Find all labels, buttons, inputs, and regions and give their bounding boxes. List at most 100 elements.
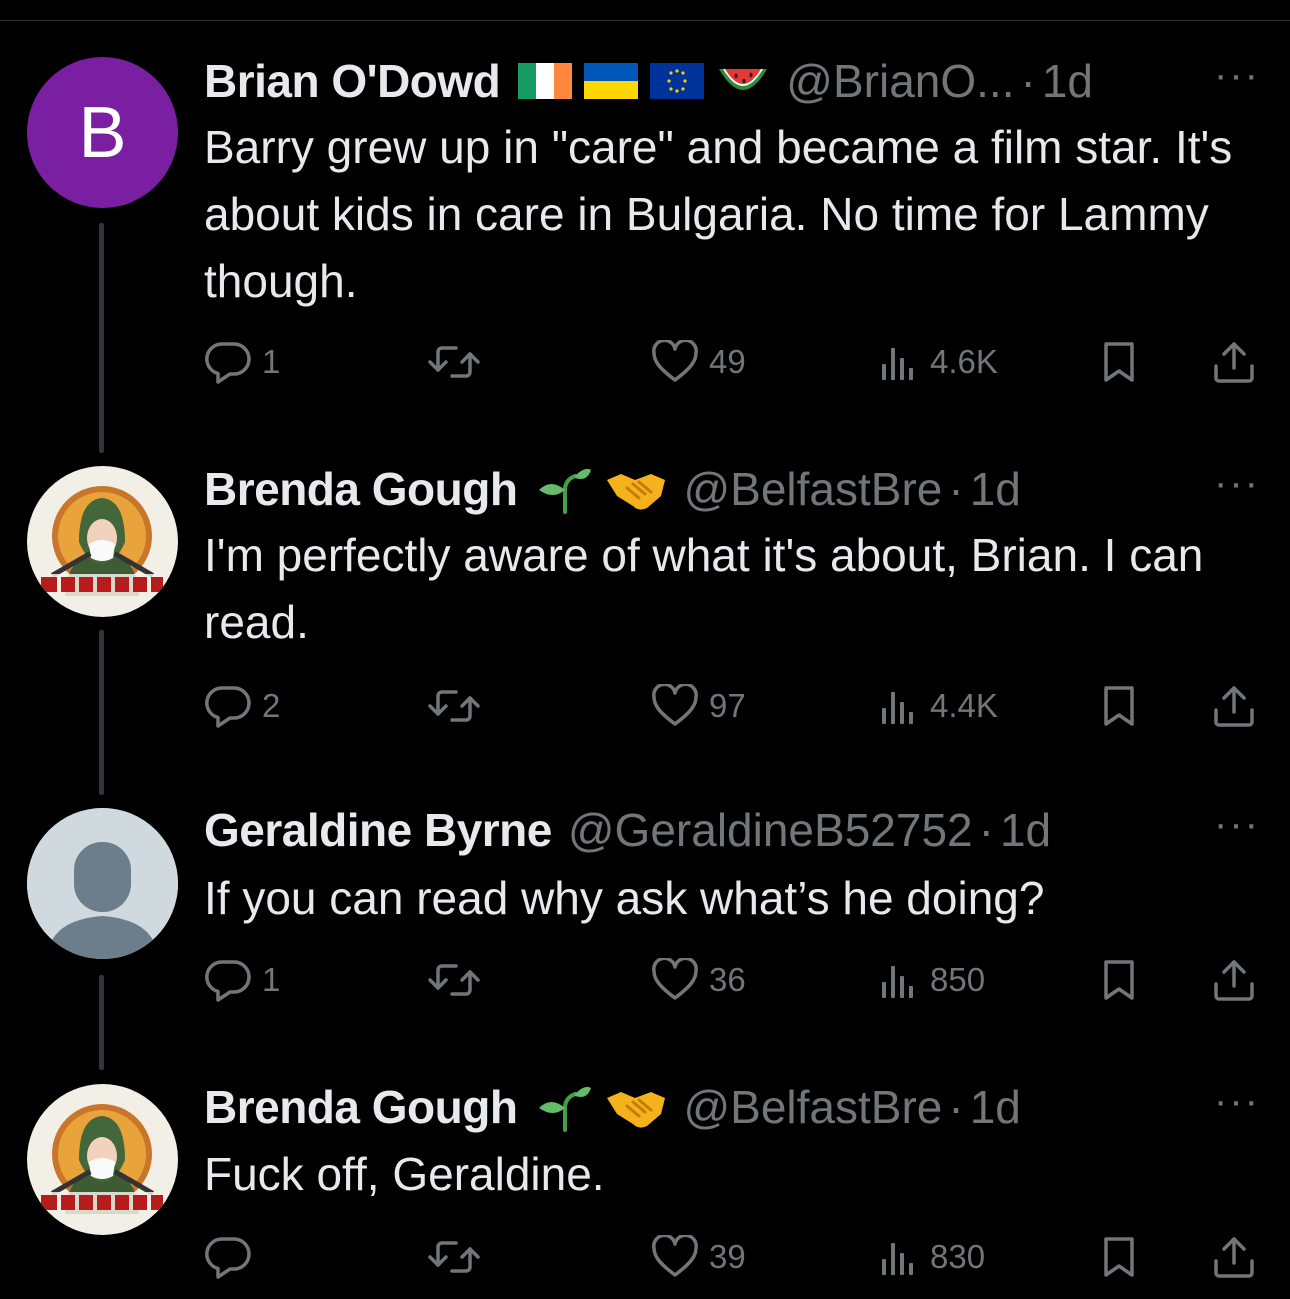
handshake-icon (607, 1092, 666, 1128)
seedling-icon (539, 468, 592, 514)
bookmark-icon (1104, 1237, 1134, 1277)
separator: · (948, 1081, 964, 1133)
avatar[interactable] (27, 466, 178, 617)
view-count: 850 (930, 961, 986, 998)
handshake-icon (607, 474, 666, 510)
more-options-icon[interactable]: ··· (1214, 1079, 1260, 1124)
bookmark-button[interactable] (1097, 1235, 1141, 1279)
watermelon-icon (719, 69, 768, 90)
avatar[interactable] (27, 808, 178, 959)
retweet-button[interactable] (426, 340, 492, 384)
like-count: 49 (709, 343, 746, 380)
share-button[interactable] (1210, 684, 1258, 728)
share-button[interactable] (1210, 340, 1258, 384)
eu-flag-icon (650, 63, 705, 99)
bookmark-icon (1104, 686, 1134, 726)
display-name[interactable]: Brenda Gough (204, 462, 518, 516)
action-bar: 39 830 (204, 1235, 1264, 1279)
like-button[interactable]: 49 (651, 340, 746, 384)
user-handle[interactable]: @GeraldineB52752 (568, 803, 973, 857)
like-count: 97 (709, 687, 746, 724)
separator: · (1020, 55, 1036, 107)
like-button[interactable]: 39 (651, 1235, 746, 1279)
reply-icon (205, 686, 251, 728)
tweet-header: Brian O'Dowd @BrianO... · 1d ··· (204, 53, 1260, 109)
tweet-text: Barry grew up in "care" and became a fil… (204, 121, 1233, 307)
separator: · (978, 804, 994, 856)
top-divider (0, 20, 1290, 21)
views-button[interactable]: 850 (876, 958, 985, 1002)
share-button[interactable] (1210, 1235, 1258, 1279)
tweet-text: I'm perfectly aware of what it's about, … (204, 529, 1204, 648)
views-icon (882, 966, 913, 998)
reply-icon (205, 960, 251, 1002)
retweet-button[interactable] (426, 1235, 492, 1279)
views-button[interactable]: 4.4K (876, 684, 998, 728)
share-icon (1214, 342, 1254, 383)
profile-badges (518, 61, 770, 101)
timestamp[interactable]: 1d (1042, 54, 1093, 108)
avatar[interactable] (27, 1084, 178, 1235)
reply-button[interactable]: 2 (204, 684, 280, 728)
avatar-image (27, 466, 178, 617)
views-icon (882, 1243, 913, 1275)
retweet-icon (428, 1241, 480, 1273)
like-button[interactable]: 36 (651, 958, 746, 1002)
reply-button[interactable]: 1 (204, 958, 280, 1002)
share-icon (1214, 1237, 1254, 1278)
share-button[interactable] (1210, 958, 1258, 1002)
tweet-header: Brenda Gough @BelfastBre · 1d ··· (204, 461, 1260, 517)
like-count: 36 (709, 961, 746, 998)
user-handle[interactable]: @BrianO... (786, 54, 1014, 108)
share-icon (1214, 686, 1254, 727)
bookmark-button[interactable] (1097, 684, 1141, 728)
timestamp[interactable]: 1d (970, 462, 1021, 516)
reply-icon (205, 342, 251, 384)
view-count: 830 (930, 1238, 986, 1275)
view-count: 4.4K (930, 687, 998, 724)
heart-icon (652, 1235, 698, 1277)
retweet-button[interactable] (426, 958, 492, 1002)
avatar[interactable]: B (27, 57, 178, 208)
views-button[interactable]: 4.6K (876, 340, 998, 384)
timestamp[interactable]: 1d (970, 1080, 1021, 1134)
more-options-icon[interactable]: ··· (1214, 53, 1260, 98)
action-bar: 2 97 4.4K (204, 684, 1264, 728)
reply-count: 2 (262, 687, 281, 724)
bookmark-button[interactable] (1097, 958, 1141, 1002)
retweet-button[interactable] (426, 684, 492, 728)
action-bar: 1 36 850 (204, 958, 1264, 1002)
more-options-icon[interactable]: ··· (1214, 461, 1260, 506)
display-name[interactable]: Brenda Gough (204, 1080, 518, 1134)
reply-count: 1 (262, 343, 281, 380)
default-avatar-icon (27, 808, 178, 959)
like-count: 39 (709, 1238, 746, 1275)
avatar-letter: B (78, 92, 127, 173)
retweet-icon (428, 346, 480, 378)
avatar-image (27, 1084, 178, 1235)
display-name[interactable]: Brian O'Dowd (204, 54, 501, 108)
like-button[interactable]: 97 (651, 684, 746, 728)
share-icon (1214, 960, 1254, 1001)
bookmark-button[interactable] (1097, 340, 1141, 384)
more-options-icon[interactable]: ··· (1214, 802, 1260, 847)
display-name[interactable]: Geraldine Byrne (204, 803, 552, 857)
reply-button[interactable] (204, 1235, 262, 1279)
retweet-icon (428, 964, 480, 996)
thread-line (99, 223, 104, 453)
user-handle[interactable]: @BelfastBre (683, 462, 942, 516)
reply-count: 1 (262, 961, 281, 998)
reply-button[interactable]: 1 (204, 340, 280, 384)
heart-icon (652, 958, 698, 1000)
timestamp[interactable]: 1d (1000, 803, 1051, 857)
separator: · (948, 463, 964, 515)
view-count: 4.6K (930, 343, 998, 380)
thread-line (99, 975, 104, 1070)
ireland-flag-icon (518, 63, 573, 99)
tweet-header: Geraldine Byrne @GeraldineB52752 · 1d ··… (204, 802, 1260, 858)
retweet-icon (428, 690, 480, 722)
tweet-text: If you can read why ask what’s he doing? (204, 872, 1045, 924)
tweet-text: Fuck off, Geraldine. (204, 1148, 605, 1200)
user-handle[interactable]: @BelfastBre (683, 1080, 942, 1134)
views-button[interactable]: 830 (876, 1235, 985, 1279)
